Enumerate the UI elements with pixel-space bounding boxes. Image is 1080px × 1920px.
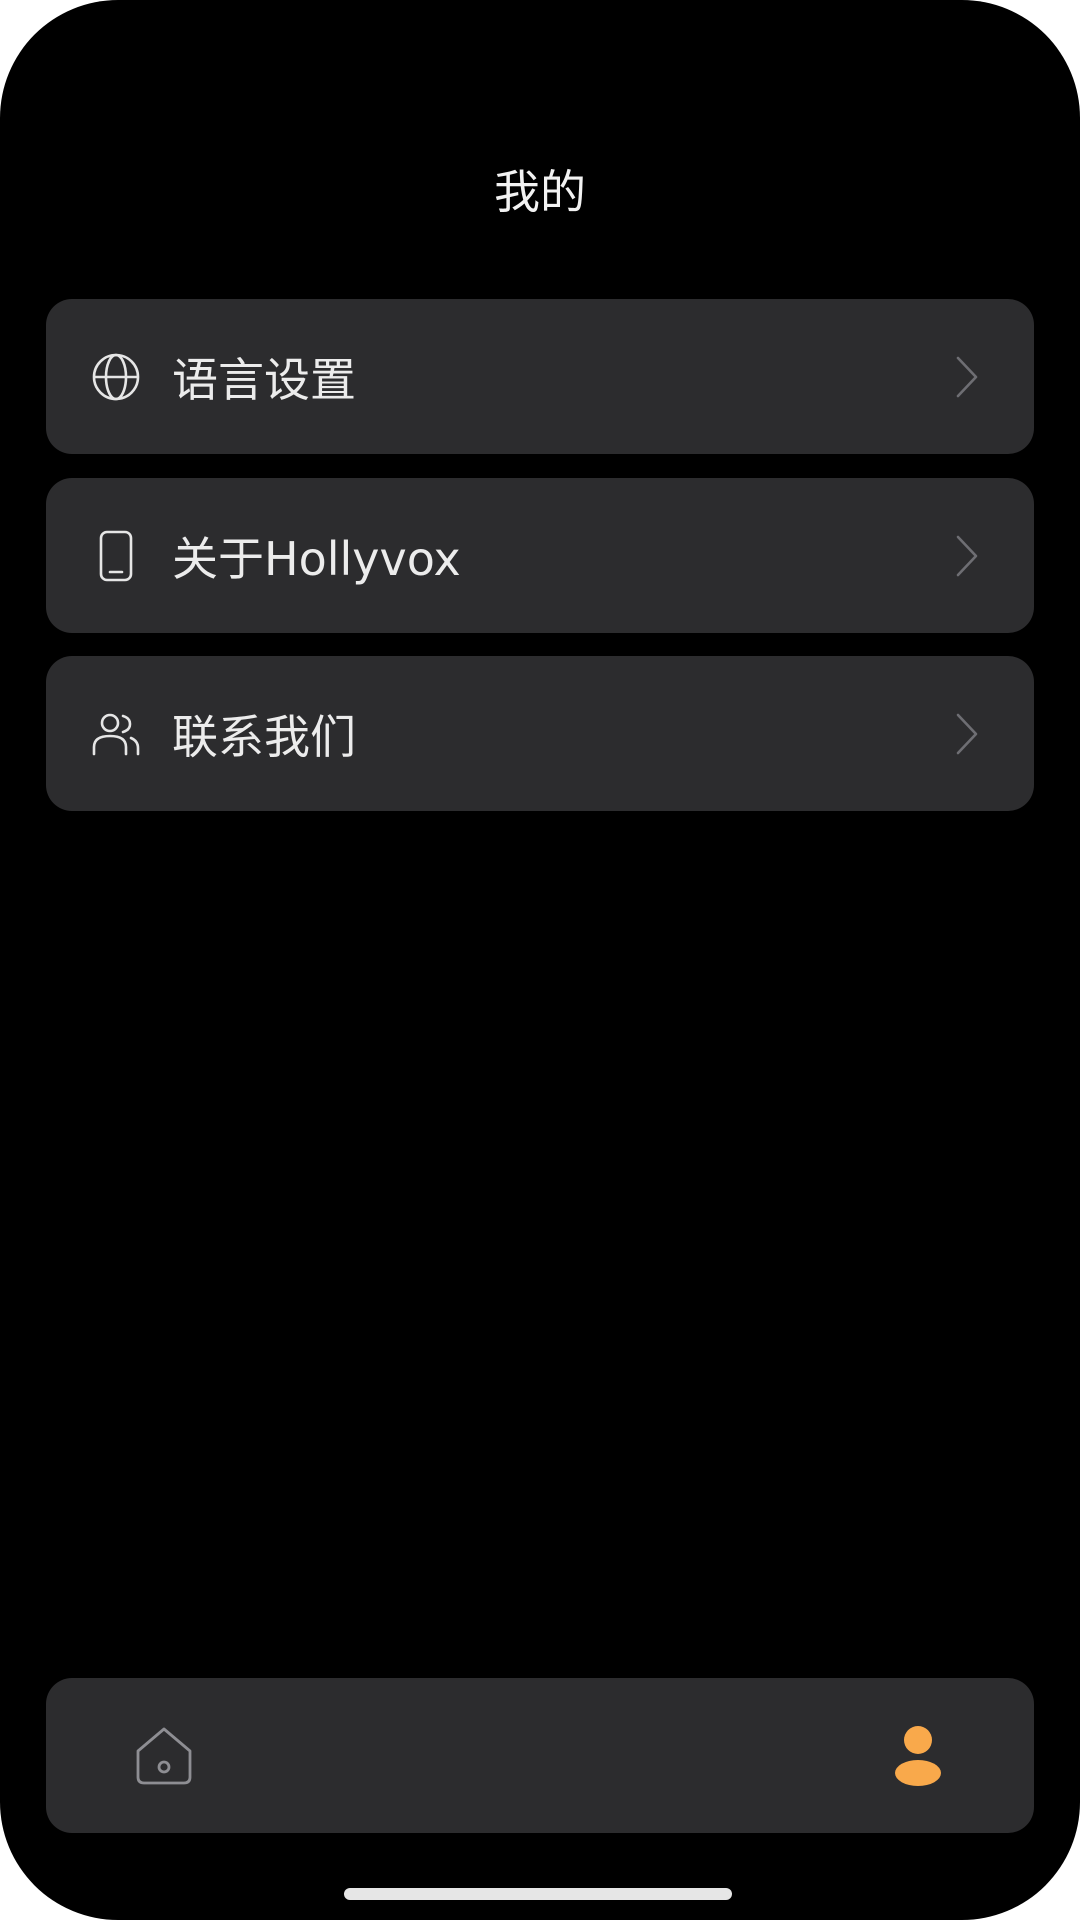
menu-item-label: 关于Hollyvox <box>172 531 461 586</box>
menu-item-contact-us[interactable]: 联系我们 <box>46 656 1034 811</box>
users-icon <box>90 708 142 760</box>
menu-item-label: 联系我们 <box>172 709 356 764</box>
menu-item-language-settings[interactable]: 语言设置 <box>46 299 1034 454</box>
chevron-right-icon <box>956 713 978 754</box>
home-indicator <box>344 1888 732 1900</box>
tab-profile[interactable] <box>882 1720 954 1792</box>
profile-icon <box>895 1725 941 1786</box>
home-icon <box>136 1727 192 1784</box>
globe-icon <box>90 351 142 403</box>
chevron-right-icon <box>956 356 978 397</box>
phone-icon <box>90 530 142 582</box>
bottom-tab-bar <box>46 1678 1034 1833</box>
menu-item-about[interactable]: 关于Hollyvox <box>46 478 1034 633</box>
page-title: 我的 <box>494 165 586 219</box>
chevron-right-icon <box>956 535 978 576</box>
tab-home[interactable] <box>128 1720 200 1792</box>
phone-screen: 我的 语言设置 关于Hollyvox 联系我们 <box>0 0 1080 1920</box>
menu-item-label: 语言设置 <box>172 352 356 407</box>
